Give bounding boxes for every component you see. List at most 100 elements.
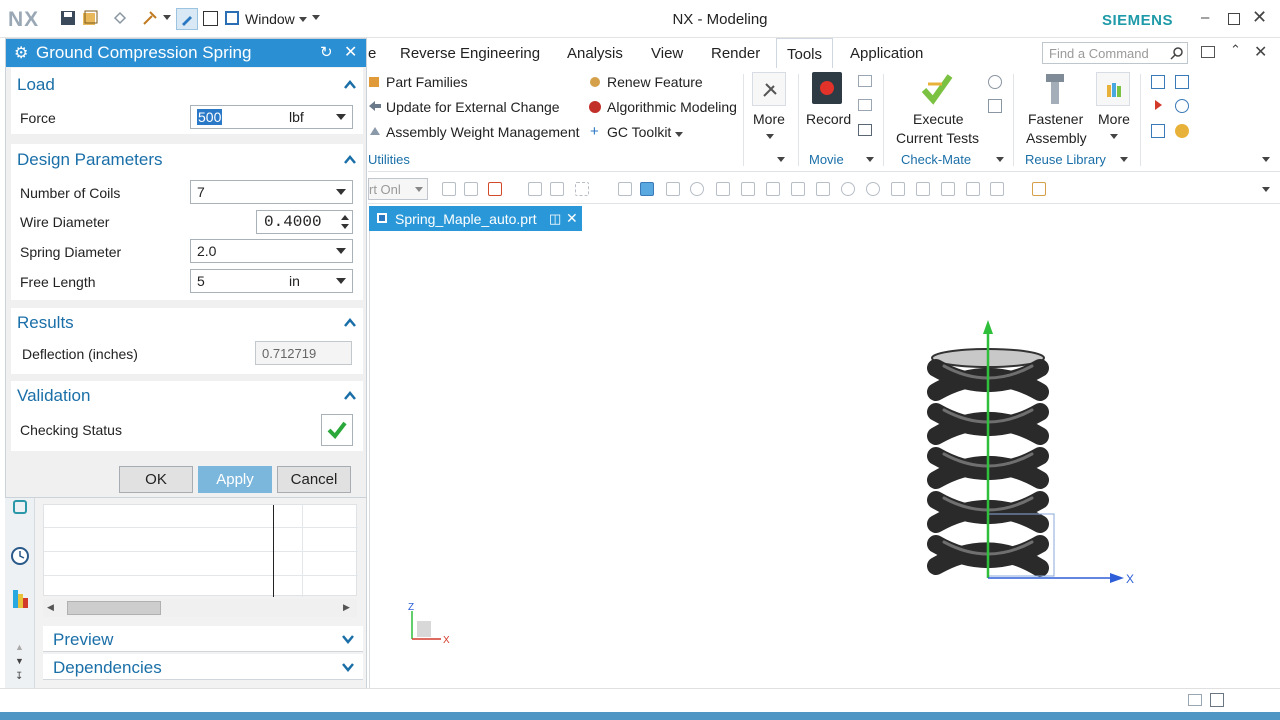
movie-pause-icon[interactable] — [858, 99, 872, 111]
force-unit[interactable]: lbf — [289, 109, 304, 125]
tab-view[interactable]: View — [651, 45, 683, 62]
part-navigator-icon[interactable] — [13, 500, 27, 514]
snap-icon-1[interactable] — [442, 182, 456, 196]
graphics-window[interactable]: X Z X — [369, 231, 1277, 688]
assembly-weight-management-button[interactable]: Assembly Weight Management — [386, 124, 580, 140]
movie-camera-icon[interactable] — [858, 124, 872, 136]
history-clock-icon[interactable] — [10, 546, 30, 566]
type-filter-arrow-icon[interactable] — [415, 187, 423, 192]
measure-icon[interactable] — [1032, 182, 1046, 196]
part-families-button[interactable]: Part Families — [386, 74, 468, 90]
checkmate-report-icon[interactable] — [988, 99, 1002, 113]
window-menu-arrow-icon[interactable] — [299, 17, 307, 22]
scroll-right-icon[interactable]: ▶ — [343, 602, 350, 613]
more-reuse-button[interactable] — [1096, 72, 1130, 106]
command-finder-icon[interactable] — [142, 10, 158, 26]
ok-button[interactable]: OK — [119, 466, 193, 493]
save-all-icon[interactable] — [82, 10, 98, 26]
snap-circle-icon[interactable] — [866, 182, 880, 196]
snap-point-icon[interactable] — [891, 182, 905, 196]
dropdown-arrow-icon[interactable] — [163, 15, 171, 20]
expand-preview-icon[interactable] — [341, 632, 355, 646]
tab-render[interactable]: Render — [711, 45, 760, 62]
more-arrow-icon[interactable] — [766, 134, 774, 139]
free-length-unit[interactable]: in — [289, 273, 300, 289]
navigator-table[interactable] — [43, 504, 358, 597]
validation-section-header[interactable]: Validation — [17, 386, 90, 406]
snap-icon-3[interactable] — [488, 182, 502, 196]
cancel-button[interactable]: Cancel — [277, 466, 351, 493]
snap-icon-2[interactable] — [464, 182, 478, 196]
free-length-unit-arrow-icon[interactable] — [336, 278, 346, 284]
gc-toolkit-button[interactable]: GC Toolkit — [607, 124, 671, 140]
maximize-icon[interactable] — [1228, 13, 1240, 25]
document-tab[interactable]: Spring_Maple_auto.prt ◫ ✕ — [369, 206, 582, 231]
misc-tool-icon-4[interactable] — [1151, 124, 1165, 138]
wire-diameter-input[interactable]: 0.4000 — [256, 210, 353, 234]
snap-icon-9[interactable] — [716, 182, 730, 196]
selection-tool-button[interactable] — [176, 8, 198, 30]
design-section-header[interactable]: Design Parameters — [17, 150, 163, 170]
snap-icon-12[interactable] — [791, 182, 805, 196]
selection-box-icon[interactable] — [575, 182, 589, 196]
spin-down-icon[interactable] — [341, 224, 349, 229]
coils-arrow-icon[interactable] — [336, 189, 346, 195]
record-label[interactable]: Record — [806, 111, 851, 127]
results-section-header[interactable]: Results — [17, 313, 74, 333]
close-tab-icon[interactable]: ✕ — [566, 210, 578, 227]
checkmate-group-arrow-icon[interactable] — [996, 157, 1004, 162]
movie-play-icon[interactable] — [858, 75, 872, 87]
scroll-left-icon[interactable]: ◀ — [47, 602, 54, 613]
dependencies-section[interactable]: Dependencies — [43, 654, 363, 680]
snap-icon-17[interactable] — [990, 182, 1004, 196]
undo-icon[interactable] — [112, 10, 128, 26]
movie-group-arrow-icon[interactable] — [866, 157, 874, 162]
apply-button[interactable]: Apply — [198, 466, 272, 493]
tab-home-partial[interactable]: e — [368, 45, 376, 62]
snap-icon-16[interactable] — [966, 182, 980, 196]
collapse-results-icon[interactable] — [343, 316, 357, 330]
record-button[interactable] — [812, 72, 842, 104]
undock-icon[interactable]: ◫ — [549, 211, 561, 227]
fastener-label-line1[interactable]: Fastener — [1028, 111, 1083, 127]
snap-icon-7[interactable] — [666, 182, 680, 196]
force-unit-arrow-icon[interactable] — [336, 114, 346, 120]
snap-icon-8[interactable] — [690, 182, 704, 196]
snap-icon-6[interactable] — [618, 182, 632, 196]
snap-icon-10[interactable] — [741, 182, 755, 196]
snap-icon-14[interactable] — [916, 182, 930, 196]
play-macro-icon[interactable] — [1153, 99, 1163, 111]
spring-diameter-select[interactable]: 2.0 — [190, 239, 353, 263]
close-part-icon[interactable]: ✕ — [1254, 42, 1267, 62]
tab-tools[interactable]: Tools — [776, 38, 834, 69]
window-menu[interactable]: Window — [245, 11, 295, 27]
command-search-input[interactable]: Find a Command — [1042, 42, 1188, 64]
force-input[interactable]: 500 lbf — [190, 105, 353, 129]
tab-analysis[interactable]: Analysis — [567, 45, 623, 62]
execute-label-line1[interactable]: Execute — [913, 111, 964, 127]
dialog-title-bar[interactable]: ⚙ Ground Compression Spring ↻ ✕ — [6, 39, 366, 67]
toolbar-options-arrow-icon[interactable] — [1262, 187, 1270, 192]
customize-qat-arrow-icon[interactable] — [312, 15, 320, 20]
palette-icon[interactable] — [10, 588, 30, 610]
load-section-header[interactable]: Load — [17, 75, 55, 95]
snap-icon-11[interactable] — [766, 182, 780, 196]
status-tool-icon-2[interactable] — [1210, 693, 1224, 707]
scroll-up-icon[interactable]: ▲ — [15, 642, 24, 652]
snap-center-icon[interactable] — [841, 182, 855, 196]
scroll-down-icon[interactable]: ▼ — [15, 656, 24, 666]
snap-icon-5[interactable] — [550, 182, 564, 196]
solid-body-icon[interactable] — [640, 182, 654, 196]
dialog-close-icon[interactable]: ✕ — [344, 42, 357, 62]
collapse-load-icon[interactable] — [343, 78, 357, 92]
more-reuse-arrow-icon[interactable] — [1110, 134, 1118, 139]
window-toggle-icon[interactable] — [203, 11, 218, 26]
tab-reverse-engineering[interactable]: Reverse Engineering — [400, 45, 540, 62]
spring-diameter-arrow-icon[interactable] — [336, 248, 346, 254]
ribbon-options-arrow-icon[interactable] — [1262, 157, 1270, 162]
checkmate-settings-icon[interactable] — [988, 75, 1002, 89]
close-icon[interactable]: ✕ — [1252, 7, 1267, 28]
more-reuse-label[interactable]: More — [1098, 111, 1130, 127]
gear-icon[interactable]: ⚙ — [14, 43, 28, 63]
collapse-ribbon-icon[interactable]: ⌃ — [1230, 42, 1241, 58]
